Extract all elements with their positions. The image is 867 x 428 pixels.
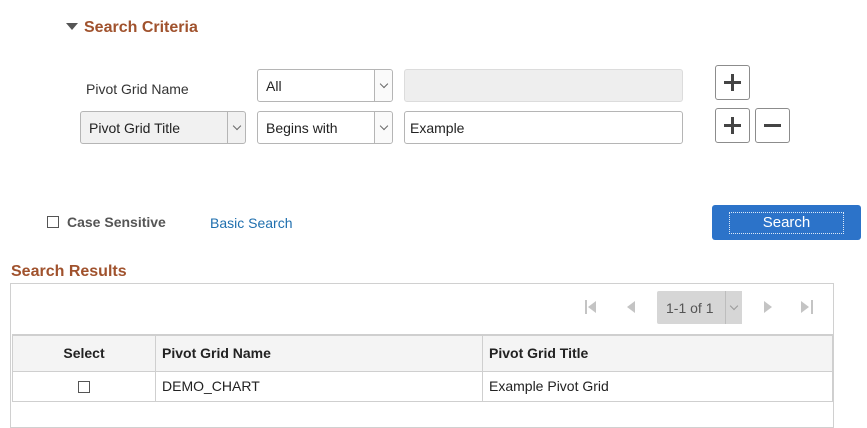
add-criteria-row-button-2[interactable] [715,108,750,143]
pivot-grid-name-label: Pivot Grid Name [86,81,189,97]
chevron-down-icon [232,121,241,131]
criteria-field-value: Pivot Grid Title [89,119,181,136]
column-header-pivot-grid-name[interactable]: Pivot Grid Name [155,334,483,372]
pivot-grid-title-cell: Example Pivot Grid [482,370,833,402]
criteria-field-select[interactable]: Pivot Grid Title [80,111,246,144]
column-header-select: Select [12,334,156,372]
page-range-select[interactable]: 1-1 of 1 [657,291,742,324]
search-button-label: Search [729,211,844,234]
case-sensitive-option[interactable]: Case Sensitive [47,214,166,230]
collapse-triangle-icon [66,22,78,30]
dropdown-arrow[interactable] [374,70,392,101]
search-button[interactable]: Search [712,205,861,240]
case-sensitive-checkbox[interactable] [47,216,59,228]
criteria-operator-value: Begins with [266,119,338,136]
row-select-cell [12,370,156,402]
chevron-down-icon [379,121,388,131]
minus-icon [764,117,781,134]
pivot-grid-name-operator-select[interactable]: All [257,69,393,102]
basic-search-link[interactable]: Basic Search [210,215,292,231]
dropdown-arrow[interactable] [374,112,392,143]
criteria-operator-select[interactable]: Begins with [257,111,393,144]
search-results-table: Select Pivot Grid Name Pivot Grid Title … [12,334,833,402]
criteria-value-input[interactable]: Example [404,111,683,144]
first-page-icon[interactable] [584,299,598,315]
next-page-icon[interactable] [761,299,775,315]
plus-icon [724,117,741,134]
add-criteria-row-button-1[interactable] [715,65,750,100]
dropdown-arrow[interactable] [725,291,742,324]
case-sensitive-label: Case Sensitive [67,214,166,230]
pivot-grid-name-value-input [404,69,683,102]
dropdown-arrow[interactable] [227,112,245,143]
chevron-down-icon [729,301,739,311]
plus-icon [724,74,741,91]
search-results-title: Search Results [11,263,127,280]
page-range-value: 1-1 of 1 [666,299,714,316]
row-select-checkbox[interactable] [78,381,90,394]
search-criteria-toggle[interactable]: Search Criteria [66,18,198,38]
pivot-grid-name-cell: DEMO_CHART [155,370,483,402]
previous-page-icon[interactable] [624,299,638,315]
last-page-icon[interactable] [800,299,814,315]
table-row: DEMO_CHART Example Pivot Grid [12,370,833,402]
pivot-grid-name-operator-value: All [266,77,282,94]
chevron-down-icon [379,79,388,89]
remove-criteria-row-button[interactable] [755,108,790,143]
column-header-pivot-grid-title[interactable]: Pivot Grid Title [482,334,833,372]
search-criteria-title: Search Criteria [84,19,198,36]
table-header-row: Select Pivot Grid Name Pivot Grid Title [12,334,833,372]
